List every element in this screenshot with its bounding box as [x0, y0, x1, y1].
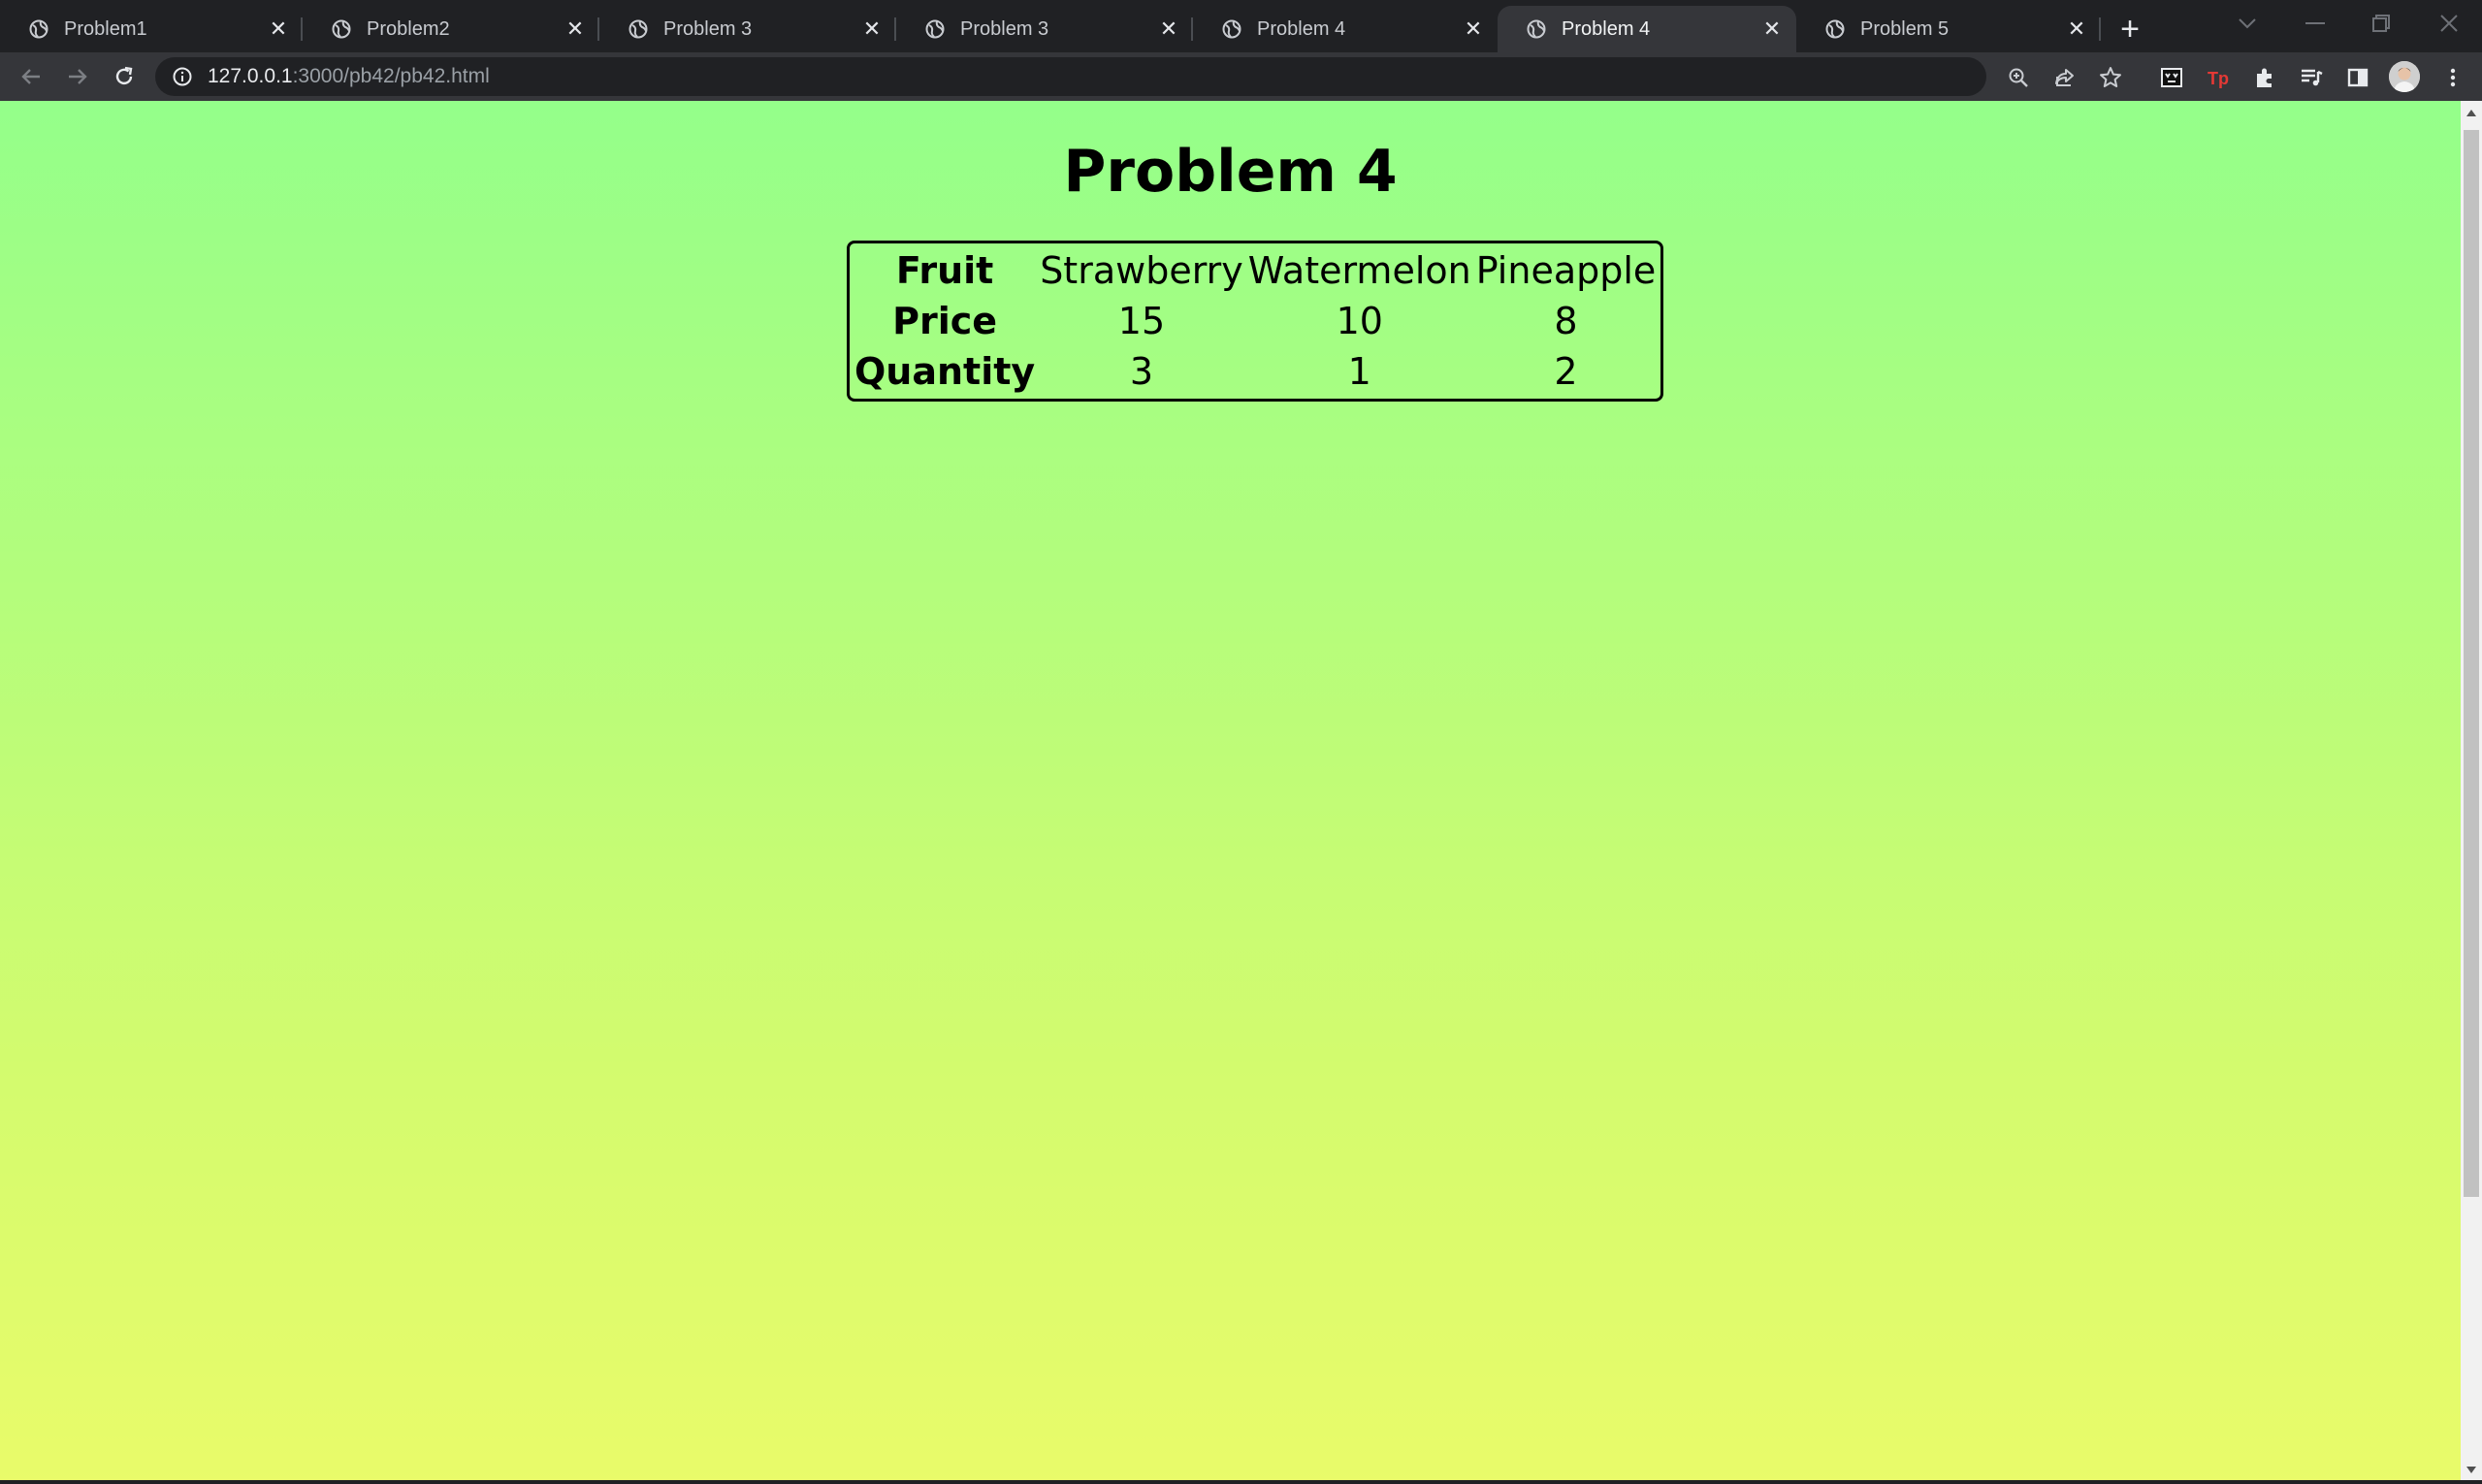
tab-problem-3a[interactable]: Problem 3 ✕ — [599, 6, 896, 52]
tab-problem2[interactable]: Problem2 ✕ — [303, 6, 599, 52]
zoom-icon[interactable] — [2006, 65, 2031, 90]
close-tab-icon[interactable]: ✕ — [563, 16, 588, 42]
scroll-down-arrow-icon[interactable] — [2461, 1461, 2482, 1480]
close-tab-icon[interactable]: ✕ — [1156, 16, 1181, 42]
profile-avatar[interactable] — [2389, 61, 2420, 92]
tab-problem-3b[interactable]: Problem 3 ✕ — [896, 6, 1193, 52]
close-window-icon[interactable] — [2425, 6, 2473, 41]
fruit-cell: Strawberry — [1040, 249, 1243, 292]
row-header-price: Price — [892, 300, 998, 342]
tab-strip: Problem1 ✕ Problem2 ✕ Problem 3 ✕ Proble… — [0, 0, 2482, 52]
close-tab-icon[interactable]: ✕ — [1461, 16, 1486, 42]
browser-toolbar: 127.0.0.1:3000/pb42/pb42.html Tp — [0, 52, 2482, 101]
back-button[interactable] — [14, 59, 48, 94]
close-tab-icon[interactable]: ✕ — [1759, 16, 1785, 42]
svg-text:Tp: Tp — [2208, 69, 2229, 88]
extension-tp-icon[interactable]: Tp — [2206, 65, 2231, 90]
row-header-fruit: Fruit — [895, 249, 994, 292]
quantity-cell: 2 — [1554, 350, 1578, 393]
scroll-up-arrow-icon[interactable] — [2461, 103, 2482, 122]
price-cell: 10 — [1336, 300, 1383, 342]
close-tab-icon[interactable]: ✕ — [2064, 16, 2089, 42]
tab-problem1[interactable]: Problem1 ✕ — [0, 6, 303, 52]
scrollbar-thumb[interactable] — [2464, 130, 2479, 1197]
row-header-quantity: Quantity — [854, 350, 1036, 393]
tab-title: Problem 4 — [1562, 17, 1651, 40]
globe-icon — [332, 19, 351, 39]
globe-icon — [629, 19, 648, 39]
fruit-cell: Watermelon — [1247, 249, 1471, 292]
tab-problem-4-active[interactable]: Problem 4 ✕ — [1498, 6, 1796, 52]
close-tab-icon[interactable]: ✕ — [266, 16, 291, 42]
restore-icon[interactable] — [2357, 6, 2405, 41]
close-tab-icon[interactable]: ✕ — [859, 16, 885, 42]
price-cell: 15 — [1117, 300, 1166, 342]
tab-title: Problem 5 — [1860, 17, 1950, 40]
extension-cat-icon[interactable] — [2159, 65, 2184, 90]
url-path: :3000/pb42/pb42.html — [292, 65, 490, 87]
page-title: Problem 4 — [1063, 138, 1398, 206]
tab-title: Problem 3 — [663, 17, 753, 40]
bookmark-star-icon[interactable] — [2098, 65, 2123, 90]
reload-icon — [115, 66, 133, 85]
quantity-cell: 3 — [1129, 350, 1154, 393]
share-icon[interactable] — [2052, 65, 2078, 90]
tab-title: Problem 3 — [960, 17, 1049, 40]
table-row-price: Price 15 10 8 — [854, 296, 1656, 346]
page-viewport: Problem 4 Fruit Strawberry Watermelon Pi… — [0, 101, 2461, 1482]
table-row-quantity: Quantity 3 1 2 — [854, 346, 1656, 397]
extensions-puzzle-icon[interactable] — [2252, 65, 2277, 90]
globe-icon — [925, 19, 945, 39]
forward-button[interactable] — [60, 59, 95, 94]
price-cell: 8 — [1554, 300, 1578, 342]
globe-icon — [1527, 19, 1546, 39]
globe-icon — [1222, 19, 1241, 39]
browser-menu-icon[interactable] — [2440, 65, 2466, 90]
minimize-icon[interactable] — [2291, 6, 2339, 41]
tab-title: Problem 4 — [1257, 17, 1346, 40]
tab-title: Problem2 — [367, 17, 450, 40]
url-text: 127.0.0.1:3000/pb42/pb42.html — [208, 65, 490, 88]
globe-icon — [1825, 19, 1845, 39]
fruit-cell: Pineapple — [1475, 249, 1657, 292]
window-bottom-edge — [0, 1480, 2482, 1484]
tab-search-icon[interactable] — [2223, 6, 2272, 41]
tab-title: Problem1 — [64, 17, 147, 40]
back-arrow-icon — [21, 69, 40, 84]
fruit-table: Fruit Strawberry Watermelon Pineapple Pr… — [847, 241, 1664, 402]
tab-problem-5[interactable]: Problem 5 ✕ — [1796, 6, 2101, 52]
site-info-icon[interactable] — [171, 65, 194, 88]
forward-arrow-icon — [69, 69, 87, 84]
new-tab-button[interactable]: + — [2111, 10, 2149, 48]
table-row-fruit: Fruit Strawberry Watermelon Pineapple — [854, 245, 1656, 296]
media-queue-icon[interactable] — [2299, 65, 2324, 90]
globe-icon — [29, 19, 48, 39]
page-scrollbar[interactable] — [2461, 101, 2482, 1482]
side-panel-icon[interactable] — [2345, 65, 2370, 90]
url-host: 127.0.0.1 — [208, 65, 293, 87]
tab-separator — [2099, 17, 2101, 41]
quantity-cell: 1 — [1347, 350, 1371, 393]
address-bar[interactable]: 127.0.0.1:3000/pb42/pb42.html — [155, 57, 2121, 96]
tab-problem-4a[interactable]: Problem 4 ✕ — [1193, 6, 1498, 52]
reload-button[interactable] — [107, 59, 142, 94]
